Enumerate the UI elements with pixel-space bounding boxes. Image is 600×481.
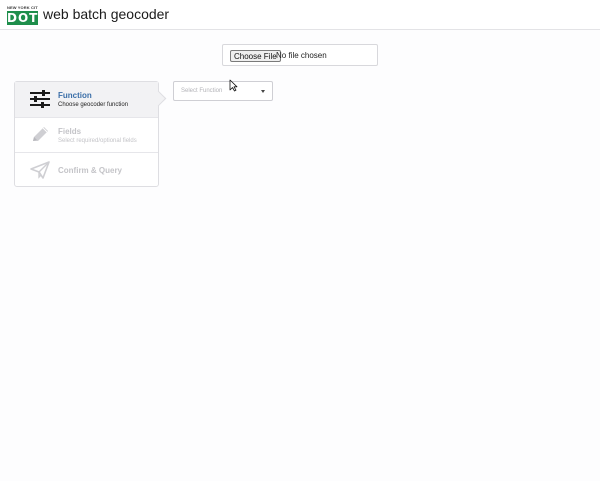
choose-file-button[interactable]: Choose File <box>230 50 281 62</box>
logo-top-text: NEW YORK CITY <box>7 5 38 10</box>
app-header: NEW YORK CITY DOT web batch geocoder <box>0 0 600 30</box>
step-function[interactable]: Function Choose geocoder function <box>15 82 167 117</box>
step-fields[interactable]: Fields Select required/optional fields <box>15 117 158 152</box>
function-select[interactable]: Select Function <box>173 81 273 101</box>
sliders-icon <box>30 90 50 108</box>
paper-plane-icon <box>30 161 50 179</box>
caret-down-icon <box>261 90 265 93</box>
file-upload-box: Choose File No file chosen <box>222 44 378 66</box>
mouse-cursor-icon <box>229 79 238 92</box>
step-confirm-query[interactable]: Confirm & Query <box>15 152 158 187</box>
step-description: Choose geocoder function <box>58 102 129 108</box>
wizard-steps: Function Choose geocoder function Fields… <box>14 81 167 187</box>
app-title: web batch geocoder <box>43 6 170 22</box>
file-status-text: No file chosen <box>276 51 327 60</box>
step-title: Fields <box>58 127 82 136</box>
step-title: Function <box>58 91 92 100</box>
active-step-pointer <box>150 90 167 107</box>
step-title: Confirm & Query <box>58 166 123 175</box>
logo-mark: DOT <box>7 11 39 25</box>
pencil-icon <box>33 127 48 141</box>
nyc-dot-logo[interactable]: NEW YORK CITY DOT <box>7 5 38 25</box>
step-description: Select required/optional fields <box>58 138 137 144</box>
function-select-placeholder: Select Function <box>181 88 223 94</box>
